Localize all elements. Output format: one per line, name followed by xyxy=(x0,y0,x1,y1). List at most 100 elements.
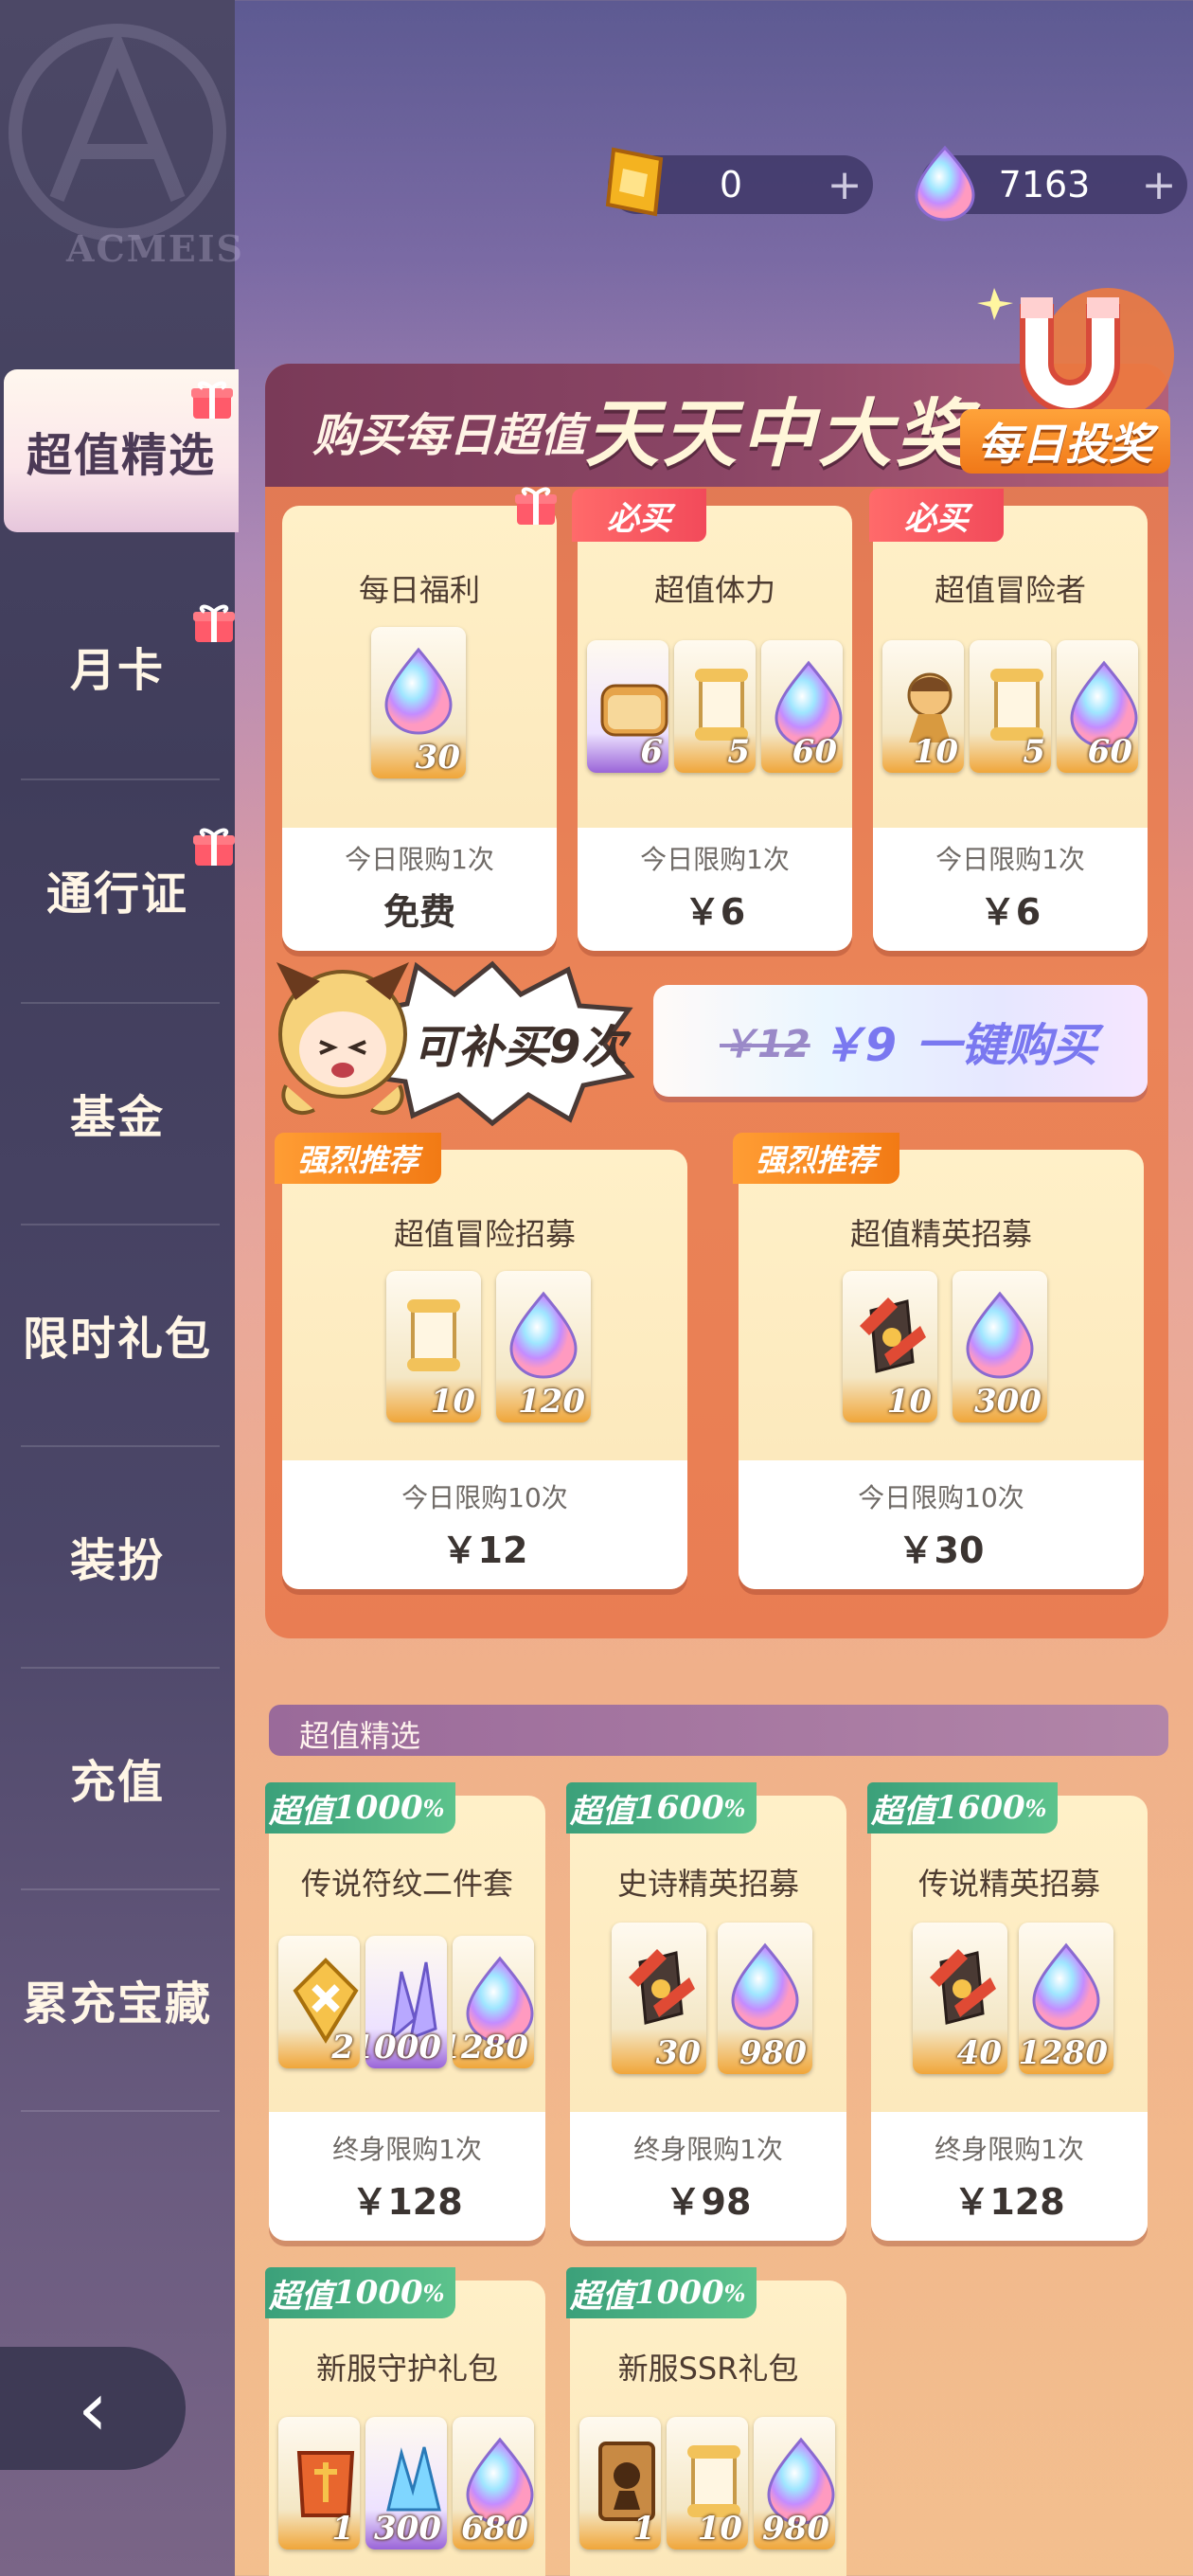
item-count: 10 xyxy=(697,2510,742,2548)
item-count: 10 xyxy=(430,1383,475,1421)
item-tile: 300 xyxy=(365,2417,447,2549)
card-title: 超值精英招募 xyxy=(849,1216,1032,1252)
value-pct: % xyxy=(1024,1794,1047,1822)
item-count: 30 xyxy=(415,739,460,777)
price-button[interactable]: ￥128 xyxy=(871,2173,1148,2225)
banner-subtitle: 购买每日超值 xyxy=(312,409,586,462)
back-arrow-icon: ‹ xyxy=(78,2364,108,2453)
item-count: 300 xyxy=(974,1383,1042,1421)
value-card[interactable]: 新服SSR礼包 1 10 980 xyxy=(570,2281,846,2576)
daily-card[interactable]: 每日福利 30 今日限购1次 免费 xyxy=(282,506,557,951)
price-button[interactable]: 免费 xyxy=(282,883,557,935)
item-count: 300 xyxy=(374,2510,441,2548)
buy-all-label: 一键购买 xyxy=(916,1019,1098,1072)
card-title: 传说符纹二件套 xyxy=(300,1866,513,1902)
nav-label: 超值精选 xyxy=(26,429,216,482)
nav-label: 月卡 xyxy=(69,644,165,697)
nav-item-recharge[interactable]: 充值 xyxy=(0,1667,235,1888)
item-count: 1000 xyxy=(365,2029,441,2066)
price-button[interactable]: ￥6 xyxy=(873,883,1148,935)
item-count: 1 xyxy=(632,2510,655,2548)
item-count: 60 xyxy=(1087,733,1132,771)
item-count: 1280 xyxy=(453,2029,528,2066)
back-button[interactable]: ‹ xyxy=(0,2347,186,2470)
purchase-limit: 终身限购1次 xyxy=(935,2134,1084,2165)
value-prefix: 超值 xyxy=(570,2277,634,2316)
buy-all-button[interactable]: ￥12 ￥9 一键购买 xyxy=(653,985,1148,1097)
item-tile: 300 xyxy=(953,1271,1047,1422)
item-count: 980 xyxy=(762,2510,829,2548)
value-prefix: 超值 xyxy=(871,1792,935,1831)
recruit-card[interactable]: 超值冒险招募 10 120 今日限购10次 ￥12 xyxy=(282,1150,687,1589)
price-button[interactable]: ￥128 xyxy=(269,2173,545,2225)
value-prefix: 超值 xyxy=(269,1792,333,1831)
price-button[interactable]: ￥12 xyxy=(282,1521,687,1573)
item-tile: 10 xyxy=(386,1271,481,1422)
item-tile: 30 xyxy=(371,627,466,778)
value-pct: % xyxy=(723,1794,746,1822)
value-card[interactable]: 传说符纹二件套 2 1000 1280 终身限购1次 ￥128 xyxy=(269,1796,545,2241)
value-card[interactable]: 史诗精英招募 30 980 终身限购1次 ￥98 xyxy=(570,1796,846,2241)
item-count: 120 xyxy=(518,1383,585,1421)
price-button[interactable]: ￥98 xyxy=(570,2173,846,2225)
add-crystal-button[interactable]: + xyxy=(1131,161,1187,209)
nav-label: 充值 xyxy=(69,1756,165,1809)
red-scroll-icon xyxy=(629,1949,695,2025)
item-tile: 120 xyxy=(496,1271,591,1422)
crystal-icon xyxy=(966,1291,1034,1379)
nav-item-outfit[interactable]: 装扮 xyxy=(0,1445,235,1667)
value-card[interactable]: 传说精英招募 40 1280 终身限购1次 ￥128 xyxy=(871,1796,1148,2241)
item-count: 1280 xyxy=(1019,2034,1108,2072)
value-pct: % xyxy=(723,2279,746,2307)
daily-card[interactable]: 超值冒险者 10 5 60 今日限购1次 ￥6 xyxy=(873,506,1148,951)
crystal-icon xyxy=(731,1942,799,2030)
nav-label: 通行证 xyxy=(45,868,188,921)
gift-icon xyxy=(193,828,235,866)
item-count: 40 xyxy=(956,2034,1002,2072)
nav-item-cumulative-treasure[interactable]: 累充宝藏 xyxy=(0,1888,235,2110)
item-tile: 10 xyxy=(843,1271,937,1422)
price-button[interactable]: ￥6 xyxy=(578,883,852,935)
item-tile: 60 xyxy=(1057,640,1138,773)
daily-lottery-badge[interactable]: 每日投奖 xyxy=(960,409,1170,474)
item-count: 60 xyxy=(792,733,837,771)
item-count: 6 xyxy=(640,733,663,771)
recruit-card[interactable]: 超值精英招募 10 300 今日限购10次 ￥30 xyxy=(739,1150,1144,1589)
value-percent-badge: 超值 1000% xyxy=(265,2267,456,2318)
value-percent-badge: 超值 1600% xyxy=(566,1782,757,1834)
item-tile: 5 xyxy=(674,640,756,773)
gift-icon xyxy=(515,487,557,525)
item-tile: 10 xyxy=(882,640,964,773)
purchase-limit: 今日限购1次 xyxy=(345,844,494,875)
purchase-limit: 终身限购1次 xyxy=(633,2134,783,2165)
nav-item-limited-pack[interactable]: 限时礼包 xyxy=(0,1224,235,1445)
nav-item-monthly-card[interactable]: 月卡 xyxy=(0,555,235,777)
item-tile: 1 xyxy=(579,2417,661,2549)
item-tile: 60 xyxy=(761,640,843,773)
discount-price: ￥9 xyxy=(819,1019,898,1072)
value-number: 1000 xyxy=(634,2274,724,2312)
must-buy-badge: 必买 xyxy=(869,489,1004,542)
logo-text: ACMEIS xyxy=(66,227,244,270)
recommended-badge: 强烈推荐 xyxy=(275,1133,441,1184)
item-tile: 980 xyxy=(718,1923,812,2074)
nav-item-fund[interactable]: 基金 xyxy=(0,1002,235,1224)
item-tile: 1000 xyxy=(365,1936,447,2068)
banner-title: 天天中大奖 xyxy=(585,392,974,477)
chibi-girl-icon xyxy=(276,962,409,1116)
crystal-icon xyxy=(1032,1942,1100,2030)
item-tile: 40 xyxy=(913,1923,1007,2074)
value-number: 1000 xyxy=(333,1789,423,1827)
card-title: 超值体力 xyxy=(653,572,775,608)
crystal-icon xyxy=(384,647,453,735)
add-gold-button[interactable]: + xyxy=(816,161,873,209)
item-count: 10 xyxy=(886,1383,932,1421)
nav-item-battle-pass[interactable]: 通行证 xyxy=(0,778,235,1000)
card-title: 传说精英招募 xyxy=(917,1866,1100,1902)
value-number: 1000 xyxy=(333,2274,423,2312)
item-tile: 5 xyxy=(970,640,1051,773)
purchase-limit: 终身限购1次 xyxy=(332,2134,482,2165)
value-card[interactable]: 新服守护礼包 1 300 680 xyxy=(269,2281,545,2576)
daily-card[interactable]: 超值体力 6 5 60 今日限购1次 ￥6 xyxy=(578,506,852,951)
price-button[interactable]: ￥30 xyxy=(739,1521,1144,1573)
